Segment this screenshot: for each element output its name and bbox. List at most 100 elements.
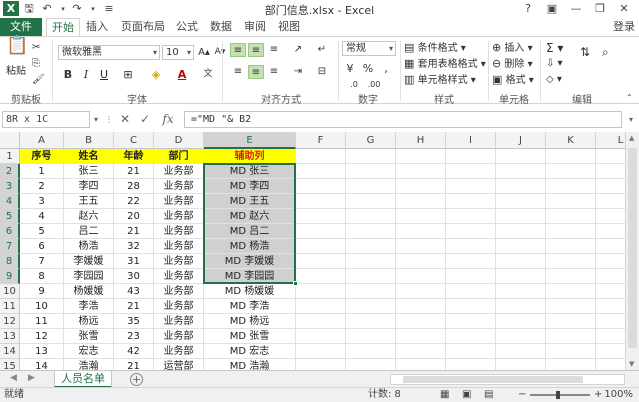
table-cell[interactable]	[296, 164, 346, 179]
table-cell[interactable]: 业务部	[154, 179, 204, 194]
table-cell[interactable]	[346, 209, 396, 224]
row-header[interactable]: 15	[0, 359, 20, 370]
table-cell[interactable]: MD 杨浩	[204, 239, 296, 254]
table-cell[interactable]: 22	[114, 194, 154, 209]
select-all-corner[interactable]	[0, 132, 20, 149]
font-size-select[interactable]: 10 ▾	[162, 45, 194, 60]
align-middle-icon[interactable]: ≡	[248, 43, 264, 57]
confirm-entry-icon[interactable]: ✓	[136, 111, 154, 128]
table-cell[interactable]	[296, 269, 346, 284]
font-name-select[interactable]: 微软雅黑 ▾	[58, 45, 160, 60]
normal-view-icon[interactable]: ▦	[440, 388, 449, 402]
table-cell[interactable]: 赵六	[64, 209, 114, 224]
table-cell[interactable]: 王五	[64, 194, 114, 209]
table-cell[interactable]	[296, 209, 346, 224]
table-cell[interactable]	[346, 359, 396, 370]
table-format-button[interactable]: ▦ 套用表格格式 ▾	[404, 57, 486, 72]
table-cell[interactable]	[346, 239, 396, 254]
minimize-icon[interactable]: —	[568, 1, 584, 17]
table-cell[interactable]: 业务部	[154, 329, 204, 344]
table-cell[interactable]	[296, 239, 346, 254]
table-cell[interactable]	[546, 344, 596, 359]
table-cell[interactable]: 运营部	[154, 359, 204, 370]
table-cell[interactable]: 14	[20, 359, 64, 370]
sheet-tab-active[interactable]: 人员名单	[54, 371, 112, 388]
table-cell[interactable]	[296, 179, 346, 194]
table-cell[interactable]	[546, 269, 596, 284]
number-format-select[interactable]: 常规 ▾	[342, 41, 396, 56]
table-cell[interactable]: 10	[20, 299, 64, 314]
currency-icon[interactable]: ¥	[342, 61, 358, 76]
table-cell[interactable]: 张雪	[64, 329, 114, 344]
table-cell[interactable]: 业务部	[154, 269, 204, 284]
sort-filter-icon[interactable]: ⇅	[580, 45, 590, 59]
sheet-next-icon[interactable]: ▶	[28, 373, 35, 383]
border-icon[interactable]: ⊞	[120, 67, 136, 82]
zoom-level[interactable]: 100%	[604, 388, 633, 402]
table-cell[interactable]	[296, 344, 346, 359]
column-header-j[interactable]: J	[496, 132, 546, 149]
table-cell[interactable]: 7	[20, 254, 64, 269]
table-cell[interactable]	[546, 299, 596, 314]
table-cell[interactable]: 业务部	[154, 314, 204, 329]
table-cell[interactable]: 23	[114, 329, 154, 344]
table-cell[interactable]	[546, 194, 596, 209]
tab-data[interactable]: 数据	[206, 18, 236, 36]
table-cell[interactable]	[596, 194, 625, 209]
phonetic-icon[interactable]: 文	[200, 67, 216, 82]
zoom-slider-knob[interactable]	[556, 391, 560, 399]
table-cell[interactable]: 业务部	[154, 284, 204, 299]
table-cell[interactable]	[546, 164, 596, 179]
table-cell[interactable]	[396, 164, 446, 179]
align-center-icon[interactable]: ≡	[248, 65, 264, 79]
formula-input[interactable]: ="MD "& B2	[184, 111, 622, 128]
table-cell[interactable]: 42	[114, 344, 154, 359]
table-cell[interactable]	[446, 284, 496, 299]
zoom-slider[interactable]	[530, 394, 590, 396]
table-cell[interactable]	[596, 329, 625, 344]
table-cell[interactable]: MD 吕二	[204, 224, 296, 239]
table-cell[interactable]	[496, 224, 546, 239]
header-cell[interactable]: 辅助列	[204, 149, 296, 164]
align-left-icon[interactable]: ≡	[230, 65, 246, 79]
table-cell[interactable]: 35	[114, 314, 154, 329]
delete-cells-button[interactable]: ⊖ 删除 ▾	[492, 57, 533, 72]
table-cell[interactable]	[296, 224, 346, 239]
zoom-in-icon[interactable]: +	[594, 388, 602, 402]
column-header-d[interactable]: D	[154, 132, 204, 149]
insert-cells-button[interactable]: ⊕ 插入 ▾	[492, 41, 533, 56]
table-cell[interactable]: 28	[114, 179, 154, 194]
table-cell[interactable]	[496, 194, 546, 209]
table-cell[interactable]	[546, 254, 596, 269]
row-header[interactable]: 7	[0, 239, 20, 254]
table-cell[interactable]	[496, 344, 546, 359]
percent-icon[interactable]: %	[360, 61, 376, 76]
table-cell[interactable]	[596, 314, 625, 329]
column-header-l[interactable]: L	[596, 132, 625, 149]
table-cell[interactable]	[396, 284, 446, 299]
table-cell[interactable]: MD 李媛媛	[204, 254, 296, 269]
row-header[interactable]: 13	[0, 329, 20, 344]
table-cell[interactable]	[596, 239, 625, 254]
table-cell[interactable]	[496, 239, 546, 254]
zoom-out-icon[interactable]: −	[518, 388, 526, 402]
table-cell[interactable]: MD 李四	[204, 179, 296, 194]
column-header-i[interactable]: I	[446, 132, 496, 149]
table-cell[interactable]	[446, 179, 496, 194]
table-cell[interactable]	[546, 359, 596, 370]
table-cell[interactable]	[546, 179, 596, 194]
fill-icon[interactable]: ⇩ ▾	[546, 57, 563, 71]
table-cell[interactable]	[596, 359, 625, 370]
table-cell[interactable]	[296, 329, 346, 344]
table-cell[interactable]: 杨媛媛	[64, 284, 114, 299]
table-cell[interactable]: 4	[20, 209, 64, 224]
comma-icon[interactable]: ,	[378, 61, 394, 76]
table-cell[interactable]: 业务部	[154, 299, 204, 314]
table-cell[interactable]: 业务部	[154, 344, 204, 359]
table-cell[interactable]	[596, 179, 625, 194]
format-painter-icon[interactable]: 🖌	[32, 73, 45, 87]
table-cell[interactable]: 21	[114, 164, 154, 179]
table-cell[interactable]	[596, 164, 625, 179]
table-cell[interactable]: 11	[20, 314, 64, 329]
align-bottom-icon[interactable]: ≡	[266, 43, 282, 57]
